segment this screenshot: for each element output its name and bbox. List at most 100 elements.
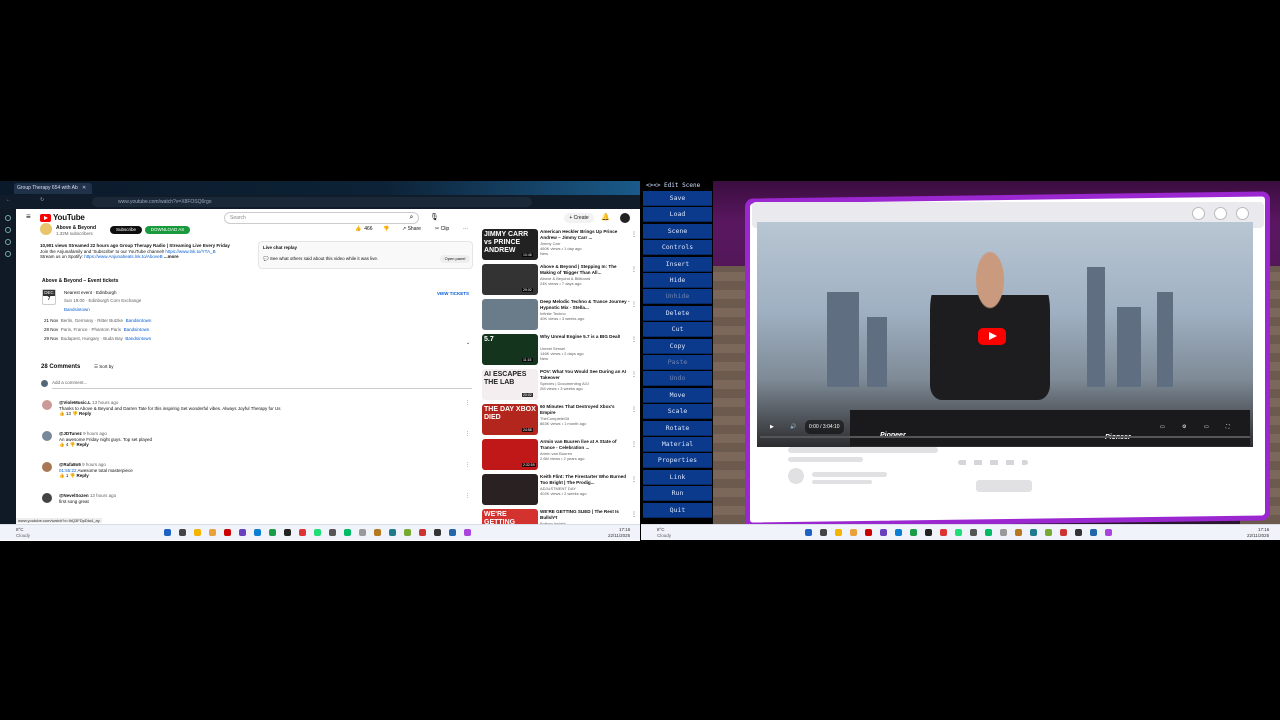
- editor-scale-button[interactable]: Scale: [643, 404, 712, 420]
- thumbs-up-icon[interactable]: 👍: [59, 473, 65, 478]
- taskbar-app-icon[interactable]: [1105, 529, 1112, 536]
- chevron-down-icon[interactable]: ⌄: [466, 340, 470, 346]
- play-icon[interactable]: ▶: [770, 420, 774, 434]
- kebab-icon[interactable]: ⋮: [465, 431, 470, 437]
- recommended-video[interactable]: JIMMY CARR vs PRINCE ANDREW American Heck…: [480, 229, 640, 263]
- commenter-avatar[interactable]: [42, 493, 52, 503]
- thumbs-down-icon[interactable]: 👎: [72, 411, 78, 416]
- taskbar-app-icon[interactable]: [239, 529, 246, 536]
- taskbar-app-icon[interactable]: [895, 529, 902, 536]
- taskbar-app-icon[interactable]: [910, 529, 917, 536]
- taskbar-app-icon[interactable]: [374, 529, 381, 536]
- download-button[interactable]: DOWNLOAD AS: [145, 226, 190, 234]
- thumbs-up-icon[interactable]: 👍: [59, 442, 65, 447]
- editor-copy-button[interactable]: Copy: [643, 338, 712, 354]
- youtube-play-button[interactable]: [978, 328, 1006, 345]
- recommended-video[interactable]: THE DAY XBOX DIED 60 Minutes That Destroy…: [480, 404, 640, 438]
- taskbar-app-icon[interactable]: [1015, 529, 1022, 536]
- reply-button[interactable]: Reply: [79, 411, 91, 416]
- taskbar-app-icon[interactable]: [419, 529, 426, 536]
- taskbar-app-icon[interactable]: [820, 529, 827, 536]
- taskbar-app-icon[interactable]: [1030, 529, 1037, 536]
- taskbar-app-icon[interactable]: [464, 529, 471, 536]
- like-button[interactable]: 👍 466: [355, 226, 373, 232]
- editor-hide-button[interactable]: Hide: [643, 273, 712, 288]
- desc-link[interactable]: https://www.lnk.to/YTA_B: [165, 249, 215, 254]
- event-link[interactable]: Bandsintown: [125, 336, 151, 341]
- event-row[interactable]: 28 Nov Paris, France · Phantom Paris Ban…: [44, 327, 149, 332]
- event-row[interactable]: 29 Nov Budapest, Hungary · Buda Bay Band…: [44, 336, 151, 341]
- video-title[interactable]: American Heckler Brings Up Prince Andrew…: [540, 229, 630, 240]
- search-icon[interactable]: ⌕: [404, 212, 419, 224]
- more-icon[interactable]: ⋯: [463, 226, 468, 232]
- editor-save-button[interactable]: Save: [643, 191, 712, 206]
- video-title[interactable]: Above & Beyond | Stepping In: The Making…: [540, 264, 630, 275]
- sidebar-icon[interactable]: [5, 239, 11, 245]
- taskbar-app-icon[interactable]: [850, 529, 857, 536]
- view-tickets-link[interactable]: VIEW TICKETS: [437, 291, 469, 297]
- recommended-video[interactable]: AI ESCAPES THE LAB POV: What You Would Se…: [480, 369, 640, 403]
- taskbar-app-icon[interactable]: [359, 529, 366, 536]
- editor-undo-button[interactable]: Undo: [643, 371, 712, 387]
- taskbar-app-icon[interactable]: [224, 529, 231, 536]
- taskbar-app-icon[interactable]: [865, 529, 872, 536]
- sort-button[interactable]: ☰ Sort by: [94, 364, 114, 370]
- volume-icon[interactable]: 🔊: [790, 420, 796, 434]
- clock[interactable]: 17:16 22/11/2025: [1247, 527, 1269, 538]
- editor-insert-button[interactable]: Insert: [643, 256, 712, 272]
- editor-controls-button[interactable]: Controls: [643, 240, 712, 256]
- menu-icon[interactable]: ≡: [26, 213, 31, 221]
- taskbar-app-icon[interactable]: [970, 529, 977, 536]
- taskbar-app-icon[interactable]: [1045, 529, 1052, 536]
- video-title[interactable]: Armin van Buuren live at A State of Tran…: [540, 439, 630, 450]
- url-field[interactable]: www.youtube.com/watch?v=X8FOSQ6rgo: [92, 197, 532, 207]
- weather-widget[interactable]: 8°C Cloudy: [16, 527, 30, 538]
- taskbar-app-icon[interactable]: [344, 529, 351, 536]
- event-link[interactable]: Bandsintown: [126, 318, 152, 323]
- thumbs-down-icon[interactable]: 👎: [70, 442, 76, 447]
- taskbar-app-icon[interactable]: [940, 529, 947, 536]
- clock[interactable]: 17:16 22/11/2025: [608, 527, 630, 538]
- close-icon[interactable]: [1236, 207, 1249, 220]
- editor-link-button[interactable]: Link: [643, 469, 712, 485]
- editor-material-button[interactable]: Material: [643, 437, 712, 452]
- kebab-icon[interactable]: ⋮: [631, 231, 637, 238]
- timestamp-link[interactable]: 01:55:22: [59, 468, 77, 473]
- kebab-icon[interactable]: ⋮: [631, 336, 637, 343]
- editor-load-button[interactable]: Load: [643, 207, 712, 223]
- taskbar-app-icon[interactable]: [299, 529, 306, 536]
- comment-user[interactable]: @Rafa8o5: [59, 462, 81, 467]
- editor-paste-button[interactable]: Paste: [643, 355, 712, 370]
- avatar[interactable]: [620, 213, 630, 223]
- add-comment-input[interactable]: Add a comment...: [52, 380, 472, 389]
- video-title[interactable]: Why Unreal Engine 5.7 is a BIG Deal!: [540, 334, 630, 340]
- sidebar-icon[interactable]: [5, 227, 11, 233]
- sidebar-icon[interactable]: [5, 215, 11, 221]
- commenter-avatar[interactable]: [42, 400, 52, 410]
- editor-scene-button[interactable]: Scene: [643, 223, 712, 239]
- taskbar-app-icon[interactable]: [329, 529, 336, 536]
- editor-cut-button[interactable]: Cut: [643, 322, 712, 338]
- commenter-avatar[interactable]: [42, 431, 52, 441]
- kebab-icon[interactable]: ⋮: [631, 476, 637, 483]
- taskbar-app-icon[interactable]: [314, 529, 321, 536]
- settings-icon[interactable]: ⚙: [1182, 420, 1186, 434]
- recommended-video[interactable]: Above & Beyond | Stepping In: The Making…: [480, 264, 640, 298]
- thumbs-up-icon[interactable]: 👍: [59, 411, 65, 416]
- kebab-icon[interactable]: ⋮: [631, 441, 637, 448]
- reload-icon[interactable]: ↻: [40, 197, 44, 203]
- next-event-link[interactable]: Bandsintown: [64, 307, 90, 313]
- back-icon[interactable]: ←: [6, 197, 11, 203]
- editor-properties-button[interactable]: Properties: [643, 453, 712, 469]
- minimize-icon[interactable]: [1192, 207, 1205, 220]
- taskbar-app-icon[interactable]: [404, 529, 411, 536]
- taskbar-app-icon[interactable]: [925, 529, 932, 536]
- video-thumbnail[interactable]: [482, 299, 538, 330]
- subscribe-button[interactable]: Subscribe: [110, 226, 142, 234]
- taskbar-app-icon[interactable]: [209, 529, 216, 536]
- editor-delete-button[interactable]: Delete: [643, 305, 712, 321]
- video-title[interactable]: Deep Melodic Techno & Trance Journey - H…: [540, 299, 630, 310]
- event-link[interactable]: Bandsintown: [124, 327, 150, 332]
- taskbar-app-icon[interactable]: [805, 529, 812, 536]
- taskbar-app-icon[interactable]: [389, 529, 396, 536]
